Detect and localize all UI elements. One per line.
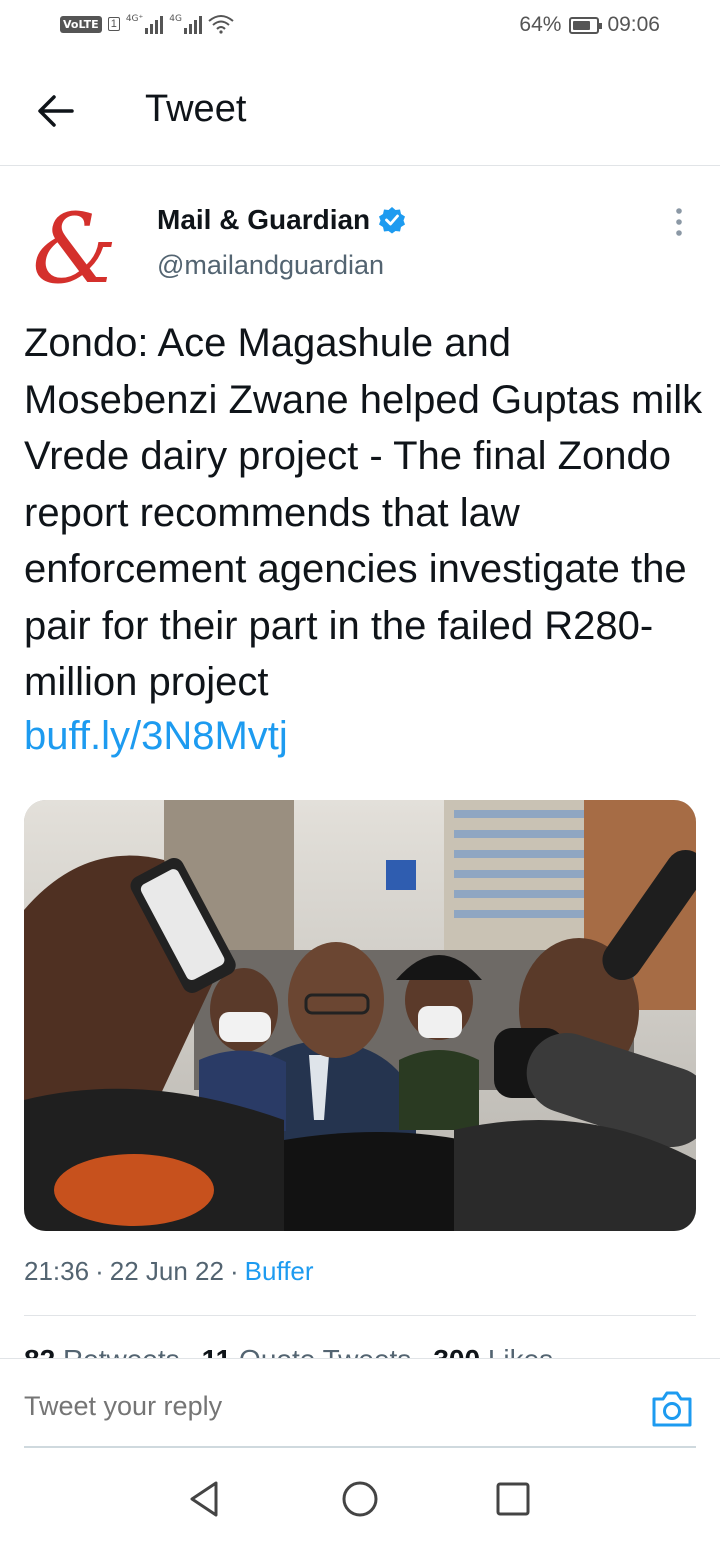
camera-icon[interactable] — [650, 1389, 694, 1429]
clock: 09:06 — [607, 13, 660, 36]
tweet-photo[interactable] — [24, 800, 696, 1231]
retweets-stat[interactable]: 82 Retweets — [24, 1344, 180, 1358]
tweet-meta: 21:36 · 22 Jun 22 · Buffer — [24, 1256, 314, 1287]
volte-badge: VoLTE — [60, 15, 102, 33]
battery-percent: 64% — [519, 13, 562, 36]
author-name[interactable]: Mail & Guardian — [157, 204, 370, 236]
network-2-label: 4G — [169, 14, 182, 24]
more-options-icon[interactable] — [664, 206, 694, 238]
author-name-row[interactable]: Mail & Guardian — [157, 204, 406, 236]
retweets-label: Retweets — [63, 1344, 180, 1358]
reply-input[interactable] — [24, 1391, 624, 1422]
tweet-link[interactable]: buff.ly/3N8Mvtj — [24, 712, 288, 760]
nav-back-icon[interactable] — [186, 1479, 226, 1519]
app-header: Tweet — [0, 56, 720, 166]
tweet-date: 22 Jun 22 — [109, 1256, 224, 1286]
stats-row: 82 Retweets 11 Quote Tweets 300 Likes — [24, 1344, 696, 1358]
divider — [24, 1315, 696, 1316]
page-title: Tweet — [145, 88, 247, 130]
likes-label: Likes — [488, 1344, 553, 1358]
nav-recents-icon[interactable] — [493, 1479, 533, 1519]
meta-separator: · — [229, 1256, 239, 1286]
tweet-source[interactable]: Buffer — [245, 1256, 314, 1287]
nav-home-icon[interactable] — [340, 1479, 380, 1519]
meta-separator: · — [95, 1256, 104, 1286]
signal-1-icon: 4G⁺ — [125, 14, 164, 34]
retweets-count: 82 — [24, 1344, 55, 1358]
author-handle[interactable]: @mailandguardian — [157, 250, 384, 281]
tweet-time: 21:36 — [24, 1256, 90, 1286]
tweet-text: Zondo: Ace Magashule and Mosebenzi Zwane… — [24, 321, 703, 704]
network-1-label: 4G⁺ — [125, 14, 144, 24]
reply-underline — [24, 1446, 696, 1448]
verified-badge-icon — [379, 207, 406, 234]
quote-count: 11 — [202, 1344, 232, 1358]
sim-number: 1 — [107, 17, 120, 31]
status-left: VoLTE 1 4G⁺ 4G — [60, 14, 234, 34]
wifi-icon — [208, 15, 234, 34]
likes-count: 300 — [433, 1344, 480, 1358]
status-right: 64% 09:06 — [519, 13, 660, 37]
avatar[interactable]: & — [24, 200, 132, 292]
quote-tweets-stat[interactable]: 11 Quote Tweets — [202, 1344, 412, 1358]
likes-stat[interactable]: 300 Likes — [433, 1344, 553, 1358]
battery-icon — [569, 16, 603, 34]
quote-label: Quote Tweets — [239, 1344, 411, 1358]
status-bar: VoLTE 1 4G⁺ 4G 64% 09:06 — [0, 0, 720, 56]
system-nav-bar — [0, 1449, 720, 1541]
signal-2-icon: 4G — [169, 14, 202, 34]
reply-bar — [0, 1358, 720, 1448]
svg-text:&: & — [32, 200, 117, 292]
arrow-left-icon[interactable] — [34, 92, 78, 130]
